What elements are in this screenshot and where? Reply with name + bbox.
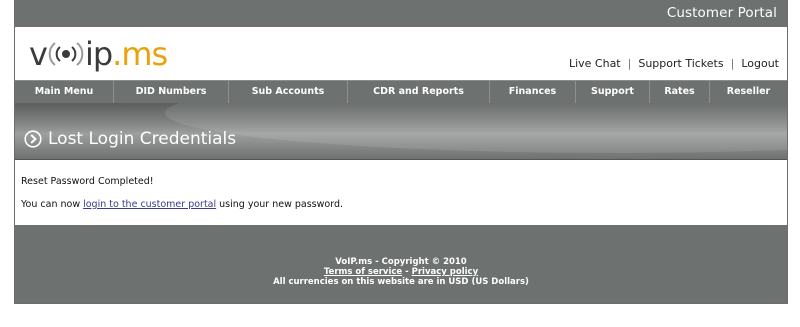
page-banner: Lost Login Credentials: [15, 103, 787, 159]
nav-item-sub-accounts[interactable]: Sub Accounts: [229, 81, 348, 103]
nav-item-main-menu[interactable]: Main Menu: [15, 81, 114, 103]
nav-item-support[interactable]: Support: [576, 81, 650, 103]
info-message-suffix: using your new password.: [216, 199, 343, 210]
footer: VoIP.ms - Copyright © 2010 Terms of serv…: [15, 225, 787, 303]
nav-item-cdr-and-reports[interactable]: CDR and Reports: [348, 81, 490, 103]
voipms-logo[interactable]: v ip . ms: [29, 35, 168, 73]
info-message-prefix: You can now: [21, 199, 84, 210]
nav-item-rates[interactable]: Rates: [650, 81, 710, 103]
customer-portal-login-link[interactable]: login to the customer portal: [83, 199, 216, 210]
portal-frame: Customer Portal v ip . ms Live Chat | Su…: [14, 0, 788, 304]
nav-item-finances[interactable]: Finances: [490, 81, 576, 103]
page-title-text: Lost Login Credentials: [48, 129, 237, 149]
support-tickets-link[interactable]: Support Tickets: [638, 57, 723, 70]
header: v ip . ms Live Chat | Support Tickets | …: [15, 27, 787, 80]
logo-text-ms: ms: [121, 35, 168, 73]
sound-wave-icon: [48, 42, 84, 66]
info-message: You can now login to the customer portal…: [21, 199, 343, 210]
terms-of-service-link[interactable]: Terms of service: [324, 267, 402, 277]
footer-currency-note: All currencies on this website are in US…: [273, 277, 529, 287]
logo-text-dot: .: [112, 35, 122, 73]
footer-link-separator: -: [402, 267, 412, 277]
page-title: Lost Login Credentials: [24, 129, 236, 149]
main-nav: Main Menu DID Numbers Sub Accounts CDR a…: [15, 80, 787, 103]
page: Customer Portal v ip . ms Live Chat | Su…: [0, 0, 800, 327]
nav-item-reseller[interactable]: Reseller: [710, 81, 787, 103]
top-links: Live Chat | Support Tickets | Logout: [569, 57, 779, 70]
link-separator: |: [627, 57, 632, 70]
live-chat-link[interactable]: Live Chat: [569, 57, 621, 70]
logo-text-ip: ip: [84, 35, 113, 73]
footer-copyright: VoIP.ms - Copyright © 2010: [335, 257, 467, 267]
footer-links: Terms of service - Privacy policy: [15, 267, 787, 277]
main-content: Reset Password Completed! You can now lo…: [15, 159, 787, 225]
status-message: Reset Password Completed!: [21, 176, 154, 187]
logout-link[interactable]: Logout: [741, 57, 779, 70]
nav-item-did-numbers[interactable]: DID Numbers: [114, 81, 229, 103]
banner-swoosh: [165, 103, 787, 153]
top-bar: Customer Portal: [15, 0, 787, 27]
link-separator: |: [730, 57, 735, 70]
portal-title: Customer Portal: [666, 5, 777, 21]
privacy-policy-link[interactable]: Privacy policy: [412, 267, 478, 277]
logo-text-v: v: [29, 35, 48, 73]
circle-arrow-right-icon: [24, 130, 42, 148]
